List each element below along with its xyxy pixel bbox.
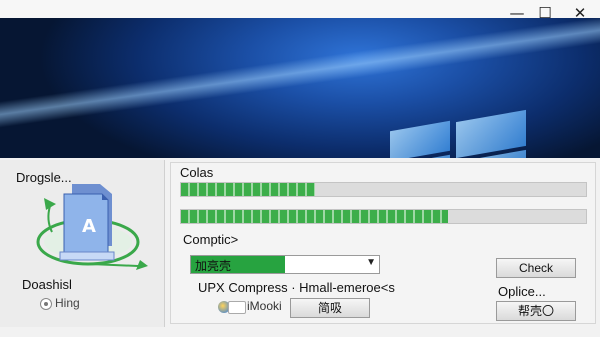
radio-button[interactable] [40, 298, 52, 310]
windows-logo-icon [390, 108, 530, 165]
upx-compress-label: UPX Compress · Hmall-emeroe<s [198, 280, 395, 295]
progress-bar-2 [180, 209, 587, 224]
progress-bar-1 [180, 182, 587, 197]
progress-fill-2 [181, 210, 449, 223]
mid-button[interactable]: 简吸 [290, 298, 370, 318]
compress-graphic-icon: A [36, 184, 148, 270]
compression-dropdown[interactable]: 加亮壳 ▼ [190, 255, 380, 274]
left-label-bottom: Doashisl [22, 277, 72, 292]
check-label: iMooki [247, 299, 282, 313]
check-button[interactable]: Check [496, 258, 576, 278]
compress-label: Comptic> [183, 232, 239, 247]
chevron-down-icon: ▼ [366, 257, 376, 268]
desktop-wallpaper [0, 18, 600, 165]
option-label: Oplice... [498, 284, 546, 299]
progress-fill-1 [181, 183, 315, 196]
bottom-button[interactable]: 帮壳〇 [496, 301, 576, 321]
toggle-switch[interactable] [228, 301, 246, 314]
icon-letter: A [82, 216, 96, 237]
radio-label: Hing [55, 296, 80, 310]
progress-label: Colas [180, 165, 214, 180]
dropdown-value: 加亮壳 [195, 259, 232, 273]
